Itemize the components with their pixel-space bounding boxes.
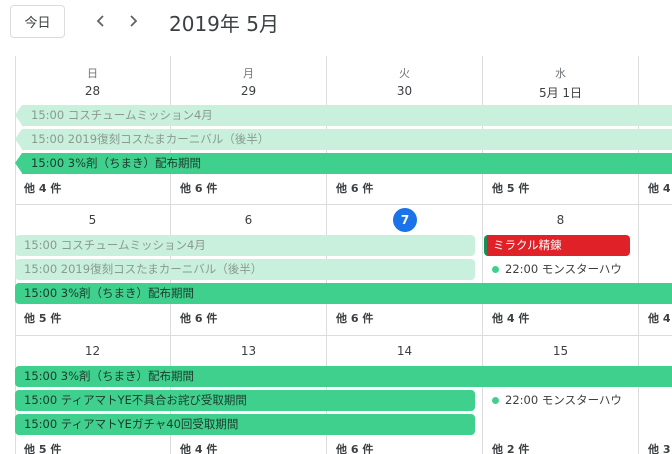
prev-month-button[interactable] — [89, 9, 113, 33]
more-events-link[interactable]: 他 4 件 — [24, 180, 61, 196]
event-costume-carnival[interactable]: 15:00 2019復刻コスたまカーニバル（後半） — [15, 259, 475, 280]
more-events-link[interactable]: 他 6 件 — [336, 180, 373, 196]
event-dot-icon — [492, 266, 499, 273]
today-button[interactable]: 今日 — [10, 5, 65, 38]
event-chimaki-distribution[interactable]: 15:00 3%剤（ちまき）配布期間 — [15, 366, 672, 387]
weekday-mon: 月 — [243, 67, 254, 80]
date-cell[interactable]: 5 — [15, 213, 170, 227]
continues-left-icon — [15, 129, 22, 149]
event-tiamat-gacha[interactable]: 15:00 ティアマトYEガチャ40回受取期間 — [15, 414, 475, 435]
event-chimaki-distribution[interactable]: 15:00 3%剤（ちまき）配布期間 — [15, 283, 672, 304]
week-divider — [15, 335, 672, 336]
more-events-link[interactable]: 他 4 件 — [180, 441, 217, 454]
more-events-link[interactable]: 他 3 — [648, 441, 670, 454]
event-dot-icon — [492, 397, 499, 404]
weekday-tue: 火 — [399, 67, 410, 80]
more-events-link[interactable]: 他 2 件 — [492, 441, 529, 454]
event-costume-mission[interactable]: 15:00 コスチュームミッション4月 — [15, 235, 475, 256]
more-events-link[interactable]: 他 4 件 — [492, 310, 529, 326]
date-cell[interactable]: 5月 1日 — [483, 84, 638, 101]
event-tiamat-apology[interactable]: 15:00 ティアマトYE不具合お詫び受取期間 — [15, 390, 475, 411]
event-costume-mission[interactable]: 15:00 コスチュームミッション4月 — [22, 105, 672, 126]
event-label: 22:00 モンスターハウ — [505, 393, 622, 407]
more-events-link[interactable]: 他 5 件 — [24, 310, 61, 326]
date-cell[interactable]: 12 — [15, 344, 170, 358]
more-events-link[interactable]: 他 4 — [648, 310, 670, 326]
more-events-link[interactable]: 他 6 件 — [336, 310, 373, 326]
date-cell[interactable]: 28 — [15, 84, 170, 98]
date-cell[interactable]: 6 — [171, 213, 326, 227]
event-monster-house[interactable]: 22:00 モンスターハウ — [492, 390, 622, 411]
weekday-wed: 水 — [555, 67, 566, 80]
continues-left-icon — [15, 105, 22, 125]
date-cell[interactable]: 8 — [483, 213, 638, 227]
event-label: 22:00 モンスターハウ — [505, 262, 622, 276]
date-cell[interactable]: 14 — [327, 344, 482, 358]
chevron-left-icon — [96, 15, 104, 27]
month-title: 2019年 5月 — [169, 12, 279, 36]
next-month-button[interactable] — [121, 9, 145, 33]
date-cell[interactable]: 13 — [171, 344, 326, 358]
today-date-cell[interactable]: 7 — [393, 208, 417, 232]
date-cell[interactable]: 15 — [483, 344, 638, 358]
more-events-link[interactable]: 他 5 件 — [24, 441, 61, 454]
more-events-link[interactable]: 他 6 件 — [336, 441, 373, 454]
weekday-sun: 日 — [87, 67, 98, 80]
week-divider — [15, 204, 672, 205]
date-cell[interactable]: 29 — [171, 84, 326, 98]
more-events-link[interactable]: 他 4 — [648, 180, 670, 196]
event-monster-house[interactable]: 22:00 モンスターハウ — [492, 259, 622, 280]
event-miracle-refine[interactable]: ミラクル精錬 — [484, 235, 630, 256]
more-events-link[interactable]: 他 6 件 — [180, 180, 217, 196]
date-cell[interactable]: 30 — [327, 84, 482, 98]
more-events-link[interactable]: 他 6 件 — [180, 310, 217, 326]
continues-left-icon — [15, 153, 22, 173]
event-chimaki-distribution[interactable]: 15:00 3%剤（ちまき）配布期間 — [22, 153, 672, 174]
chevron-right-icon — [130, 15, 138, 27]
event-costume-carnival[interactable]: 15:00 2019復刻コスたまカーニバル（後半） — [22, 129, 672, 150]
more-events-link[interactable]: 他 5 件 — [492, 180, 529, 196]
